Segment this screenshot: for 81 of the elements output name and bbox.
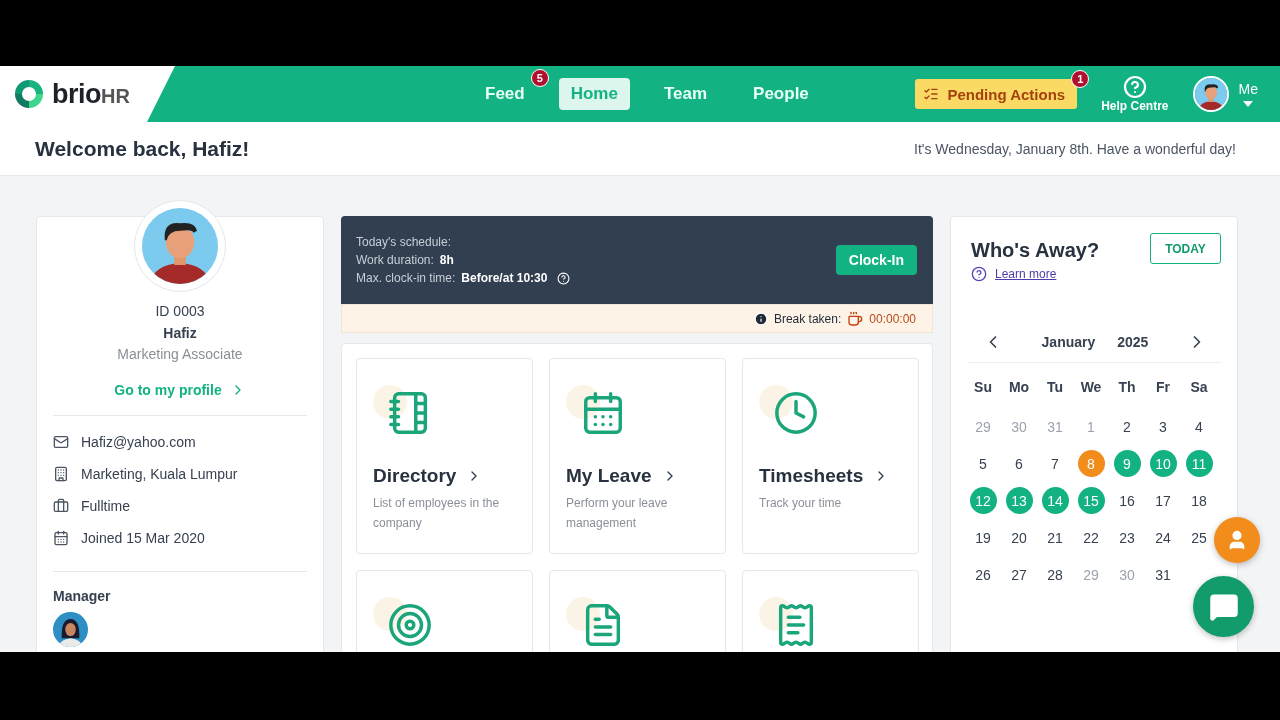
calendar-day[interactable]: 23 [1113, 524, 1141, 551]
briefcase-icon [53, 498, 69, 514]
employee-role: Marketing Associate [117, 346, 243, 362]
logo-area[interactable]: brioHR [0, 66, 175, 122]
icon-backdrop [759, 385, 793, 419]
calendar-day[interactable]: 17 [1149, 487, 1177, 514]
caret-icon[interactable] [1243, 101, 1254, 107]
calendar-day[interactable]: 6 [1005, 450, 1033, 477]
learn-more-link[interactable]: Learn more [995, 267, 1057, 281]
manager-avatar[interactable] [53, 612, 88, 647]
coffee-icon [847, 310, 864, 327]
weekday-label: Sa [1189, 378, 1209, 397]
break-label: Break taken: [773, 311, 842, 326]
calendar-day[interactable]: 25 [1185, 524, 1213, 551]
calendar-day[interactable]: 20 [1005, 524, 1033, 551]
help-icon[interactable] [557, 271, 571, 285]
calendar-day[interactable]: 27 [1005, 561, 1033, 588]
shortcut-title: Timesheets [759, 465, 864, 487]
logo-suffix: HR [101, 85, 130, 108]
greeting-message: It's Wednesday, January 8th. Have a wonderful day! [914, 140, 1236, 157]
calendar-day[interactable]: 26 [969, 561, 997, 588]
logo-icon [12, 77, 46, 111]
detail-text: Marketing, Kuala Lumpur [81, 466, 238, 482]
notification-badge: 1 [1071, 70, 1090, 88]
manager-label: Manager [53, 588, 111, 604]
calendar-day[interactable]: 2 [1113, 413, 1141, 440]
welcome-title: Welcome back, Hafiz! [35, 136, 250, 161]
calendar-day[interactable]: 18 [1185, 487, 1213, 514]
notification-badge: 5 [530, 69, 549, 87]
weekday-label: Fr [1155, 378, 1171, 397]
shortcut-description: Perform your leave management [566, 495, 669, 532]
duration-label: Work duration: [356, 253, 434, 267]
shortcut-title: Directory [373, 465, 457, 487]
target-icon [387, 602, 433, 648]
calendar-day[interactable]: 5 [969, 450, 997, 477]
info-icon [753, 311, 768, 326]
shortcut-tile[interactable]: Timesheets Track your time [742, 358, 919, 554]
shortcut-title: My Leave [566, 465, 652, 487]
calendar-day[interactable]: 3 [1149, 413, 1177, 440]
detail-text: Fulltime [81, 498, 130, 514]
employee-id: ID 0003 [155, 303, 205, 319]
calendar-icon [53, 530, 69, 546]
pending-actions-button[interactable]: Pending Actions [915, 79, 1078, 109]
logo-wordmark: brio [52, 78, 101, 110]
user-avatar [1194, 78, 1227, 110]
weekday-label: Tu [1045, 378, 1065, 397]
calendar-day[interactable]: 16 [1113, 487, 1141, 514]
detail-text: Joined 15 Mar 2020 [81, 530, 205, 546]
shortcut-tile[interactable]: Directory List of employees in the company [356, 358, 533, 554]
duration-value: 8h [439, 253, 454, 267]
month-label[interactable]: January [1041, 334, 1096, 350]
weekday-label: We [1079, 378, 1103, 397]
card-title: Who's Away? [971, 239, 1100, 262]
max-clock-in-value: Before/at 10:30 [461, 271, 548, 285]
schedule-title: Today's schedule: [356, 235, 451, 249]
calendar-day[interactable]: 24 [1149, 524, 1177, 551]
mail-icon [53, 434, 69, 450]
shortcut-description: Track your time [759, 495, 843, 512]
calendar-day[interactable]: 21 [1041, 524, 1069, 551]
year-label[interactable]: 2025 [1117, 334, 1149, 350]
calendar-day[interactable]: 31 [1149, 561, 1177, 588]
calendar-day[interactable]: 22 [1077, 524, 1105, 551]
calendar-day[interactable]: 7 [1041, 450, 1069, 477]
weekday-label: Su [973, 378, 993, 397]
checklist-icon [923, 86, 940, 102]
building-icon [53, 466, 69, 482]
weekday-label: Th [1117, 378, 1137, 397]
calendar-day[interactable]: 28 [1041, 561, 1069, 588]
calendar-day[interactable]: 19 [969, 524, 997, 551]
help-icon [971, 266, 987, 282]
person-fab[interactable] [1214, 517, 1260, 563]
today-button[interactable]: TODAY [1150, 233, 1221, 264]
clock-icon [773, 390, 819, 436]
shortcut-tile[interactable]: My Leave Perform your leave management [549, 358, 726, 554]
weekday-label: Mo [1007, 378, 1031, 397]
calendar-day[interactable]: 4 [1185, 413, 1213, 440]
shortcut-description: List of employees in the company [373, 495, 501, 532]
max-clock-in-label: Max. clock-in time: [356, 271, 456, 285]
detail-text: Hafiz@yahoo.com [81, 434, 196, 450]
employee-name: Hafiz [163, 325, 197, 341]
break-time: 00:00:00 [869, 311, 916, 326]
